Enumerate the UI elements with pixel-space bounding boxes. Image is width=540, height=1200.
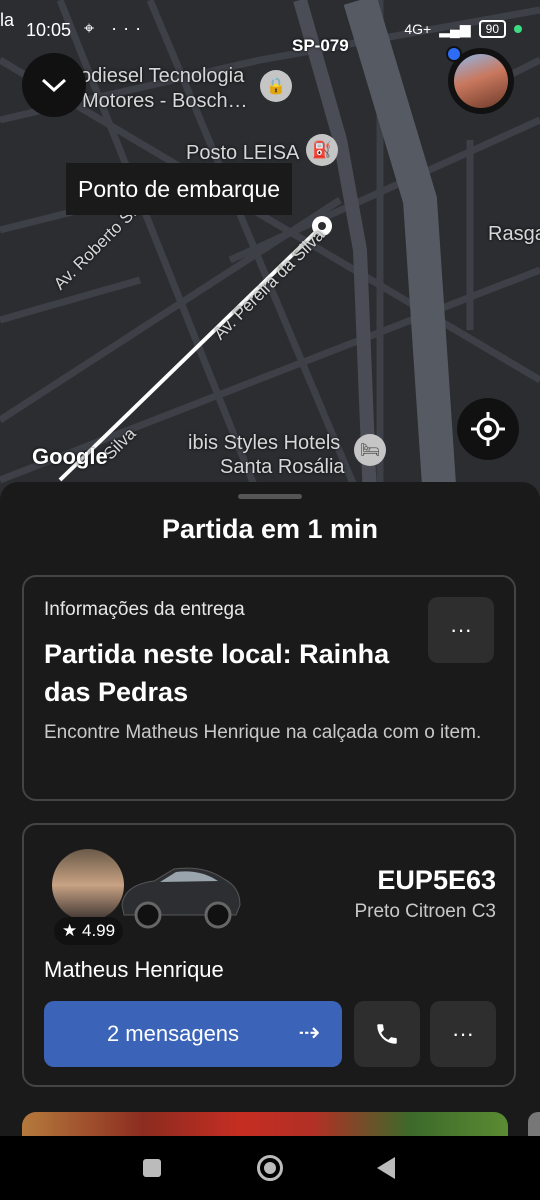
call-button[interactable] xyxy=(354,1001,420,1067)
promo-banner-image-next[interactable] xyxy=(528,1112,540,1137)
delivery-more-button[interactable]: ··· xyxy=(428,597,494,663)
profile-avatar[interactable] xyxy=(446,46,514,114)
poi-label[interactable]: odiesel Tecnologia xyxy=(80,65,244,88)
drag-handle[interactable] xyxy=(238,494,302,499)
driver-more-button[interactable]: ··· xyxy=(430,1001,496,1067)
delivery-description: Encontre Matheus Henrique na calçada com… xyxy=(44,722,482,743)
online-dot xyxy=(446,46,462,62)
notification-icons: ⌖ ··· xyxy=(84,18,148,38)
avatar-image xyxy=(454,54,508,108)
collapse-button[interactable] xyxy=(22,53,86,117)
poi-label[interactable]: ibis Styles Hotels xyxy=(188,432,340,455)
promo-banner-image[interactable] xyxy=(22,1112,508,1137)
recenter-button[interactable] xyxy=(457,398,519,460)
car-image xyxy=(121,867,241,929)
highway-label: SP-079 xyxy=(292,36,349,55)
clock: 10:05 xyxy=(26,20,72,40)
home-button[interactable] xyxy=(257,1155,283,1181)
google-logo: Google xyxy=(32,444,108,469)
battery-icon: 90 xyxy=(478,20,506,38)
fuel-pin-icon[interactable]: ⛽ xyxy=(306,134,338,166)
car-description: Preto Citroen C3 xyxy=(354,901,496,922)
back-button[interactable] xyxy=(377,1157,395,1179)
trip-bottom-sheet[interactable]: Partida em 1 min Informações da entrega … xyxy=(0,482,540,1137)
poi-label[interactable]: Motores - Bosch… xyxy=(82,90,248,113)
more-icon: ··· xyxy=(452,1021,474,1046)
network-label: 4G+ xyxy=(404,21,432,37)
driver-card: ★ 4.99 EUP5E63 Preto Citroen C3 Matheus … xyxy=(22,823,516,1087)
poi-label[interactable]: Santa Rosália xyxy=(220,456,345,479)
driver-name: Matheus Henrique xyxy=(44,957,224,982)
lock-pin-icon[interactable]: 🔒 xyxy=(260,70,292,102)
star-icon: ★ xyxy=(62,921,78,940)
status-right: 4G+ ▂▄▆ 90 xyxy=(404,20,522,38)
poi-label[interactable]: Posto LEISA xyxy=(186,142,299,165)
privacy-dot-icon xyxy=(514,25,522,33)
sheet-title: Partida em 1 min xyxy=(161,514,379,544)
license-plate: EUP5E63 xyxy=(377,865,496,895)
system-nav-bar xyxy=(0,1136,540,1200)
crosshair-icon xyxy=(471,412,505,446)
arrow-right-icon: ⇢ xyxy=(298,1017,320,1047)
status-fragment: la xyxy=(0,10,15,30)
hotel-pin-icon[interactable]: 🛏 xyxy=(354,434,386,466)
map-label-edge: Rasga xyxy=(488,223,540,245)
delivery-info-card: Informações da entrega Partida neste loc… xyxy=(22,575,516,801)
phone-icon xyxy=(377,1024,397,1044)
chevron-down-icon xyxy=(41,78,67,93)
recents-button[interactable] xyxy=(143,1159,161,1177)
pickup-tooltip: Ponto de embarque xyxy=(66,163,293,215)
messages-label: 2 mensagens xyxy=(106,1021,240,1046)
delivery-label: Informações da entrega xyxy=(44,599,245,620)
driver-rating: ★ 4.99 xyxy=(54,917,124,945)
delivery-title: Partida neste local: Rainha das Pedras xyxy=(44,639,390,707)
rating-value: 4.99 xyxy=(81,921,116,940)
messages-button[interactable]: 2 mensagens ⇢ xyxy=(44,1001,342,1067)
signal-icon: ▂▄▆ xyxy=(439,20,471,37)
more-icon: ··· xyxy=(450,617,472,642)
